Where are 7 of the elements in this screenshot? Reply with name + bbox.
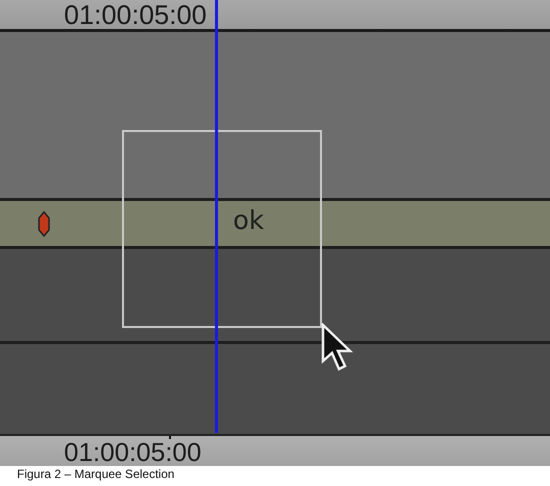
timecode-ruler[interactable]: 01:00:05:00: [0, 0, 550, 32]
timecode-label: 01:00:05:00: [64, 438, 202, 466]
timecode-ruler[interactable]: 01:00:05:00: [0, 436, 550, 466]
clip-label: ok: [233, 206, 264, 236]
figure-caption: Figura 2 – Marquee Selection: [16, 466, 176, 481]
marker-icon[interactable]: [38, 210, 50, 236]
timecode-label: 01:00:05:00: [64, 1, 207, 29]
